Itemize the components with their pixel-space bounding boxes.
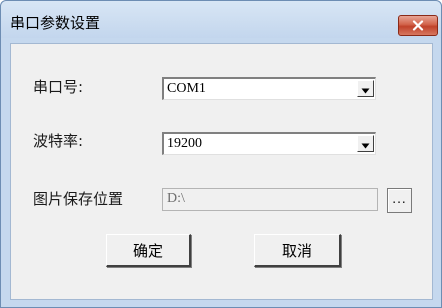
ok-button[interactable]: 确定 — [106, 234, 191, 267]
port-label: 串口号: — [33, 78, 84, 96]
port-dropdown-button[interactable] — [357, 80, 374, 97]
port-select[interactable]: COM1 — [162, 77, 376, 100]
baud-label: 波特率: — [33, 132, 84, 150]
baud-select-value: 19200 — [167, 136, 202, 151]
save-path-value: D:\ — [167, 191, 185, 206]
chevron-down-icon — [361, 134, 370, 153]
save-path-field: D:\ — [162, 188, 378, 211]
baud-select[interactable]: 19200 — [162, 132, 376, 155]
cancel-button-label: 取消 — [281, 242, 312, 260]
port-select-value: COM1 — [167, 81, 206, 96]
ok-button-label: 确定 — [132, 242, 163, 260]
cancel-button[interactable]: 取消 — [254, 234, 341, 267]
save-path-label: 图片保存位置 — [33, 190, 124, 208]
browse-button-label: ... — [392, 192, 407, 206]
chevron-down-icon — [361, 79, 370, 98]
dialog-body: 串口号: COM1 波特率: 19200 图片保存位置 D:\ ... 确定 取… — [10, 43, 433, 300]
close-button[interactable] — [398, 15, 438, 36]
baud-dropdown-button[interactable] — [357, 135, 374, 152]
dialog-window: 串口参数设置 串口号: COM1 波特率: 19200 图片保存位置 D:\ .… — [0, 0, 442, 308]
browse-button[interactable]: ... — [387, 188, 412, 213]
close-icon — [412, 20, 424, 31]
title-bar[interactable]: 串口参数设置 — [1, 1, 441, 38]
dialog-title: 串口参数设置 — [10, 14, 101, 32]
